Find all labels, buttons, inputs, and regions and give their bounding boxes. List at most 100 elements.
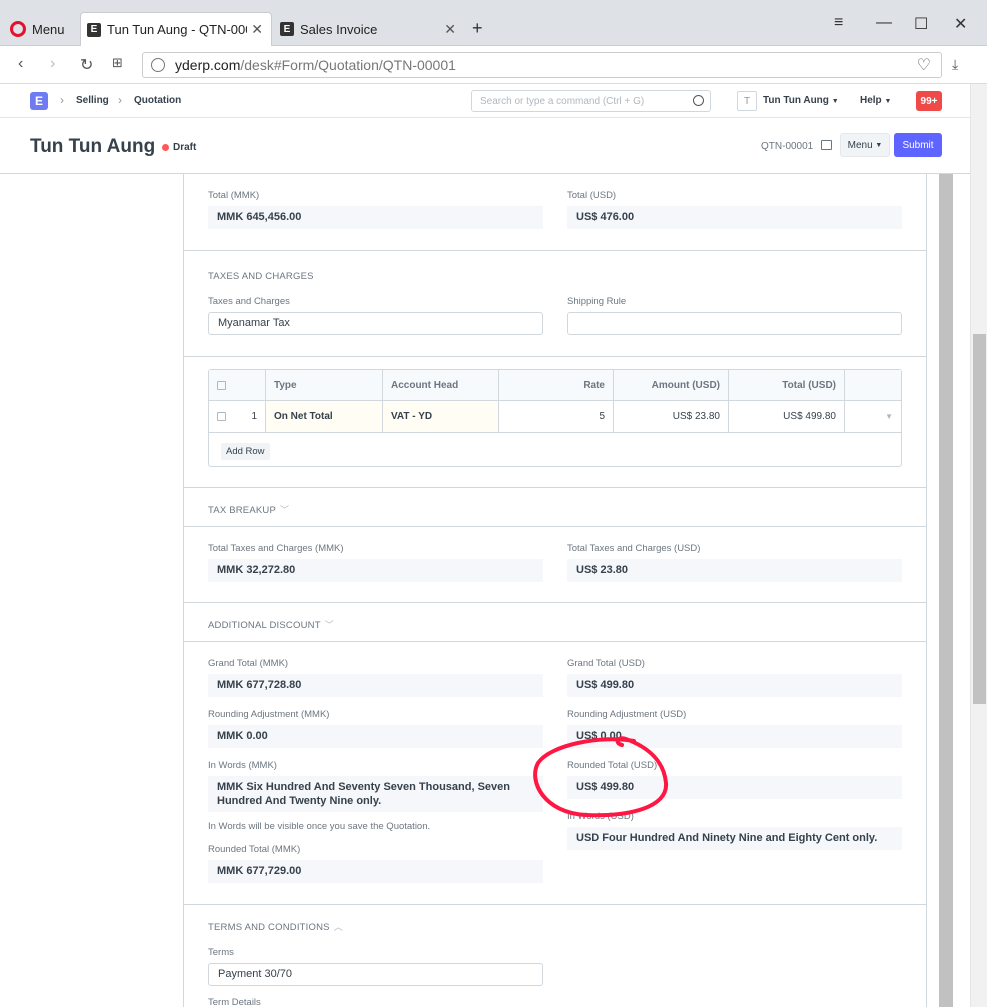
total-taxes-mmk-value: MMK 32,272.80 xyxy=(208,559,543,582)
avatar[interactable]: T xyxy=(737,91,757,111)
scrollbar-thumb[interactable] xyxy=(973,334,986,704)
in-words-mmk-value: MMK Six Hundred And Seventy Seven Thousa… xyxy=(208,776,543,812)
grand-total-mmk-label: Grand Total (MMK) xyxy=(208,658,289,669)
rounding-adjustment-usd-value: US$ 0.00 xyxy=(567,725,902,748)
download-icon[interactable]: ⤓ xyxy=(952,56,958,73)
awesome-bar-search[interactable]: Search or type a command (Ctrl + G) xyxy=(471,90,711,112)
in-words-usd-label: In Words (USD) xyxy=(567,811,634,822)
app-logo[interactable]: E xyxy=(30,92,48,110)
print-icon[interactable] xyxy=(821,140,832,150)
rounding-adjustment-mmk-label: Rounding Adjustment (MMK) xyxy=(208,709,330,720)
section-head-label: TERMS AND CONDITIONS xyxy=(208,922,330,933)
section-divider xyxy=(184,250,926,251)
erpnext-favicon-icon: E xyxy=(87,22,101,37)
grid-header: Type Account Head Rate Amount (USD) Tota… xyxy=(209,370,901,401)
menu-button-label: Menu xyxy=(847,139,873,151)
rounded-total-mmk-label: Rounded Total (MMK) xyxy=(208,844,301,855)
globe-icon xyxy=(151,58,165,72)
section-head-terms[interactable]: TERMS AND CONDITIONS ︿ xyxy=(208,920,343,933)
page-head: Tun Tun Aung Draft QTN-00001 Menu ▼ Subm… xyxy=(0,118,970,174)
help-menu-label: Help xyxy=(860,95,882,106)
tab-label: Sales Invoice xyxy=(300,21,378,37)
submit-button[interactable]: Submit xyxy=(894,133,942,157)
shipping-rule-field[interactable] xyxy=(567,312,902,335)
taxes-charges-field[interactable]: Myanamar Tax xyxy=(208,312,543,335)
breadcrumb-selling[interactable]: Selling xyxy=(76,95,109,106)
minimize-icon[interactable]: — xyxy=(876,14,892,32)
menu-button[interactable]: Menu ▼ xyxy=(840,133,890,157)
page-body: Total (MMK) MMK 645,456.00 Total (USD) U… xyxy=(0,174,970,1007)
erpnext-favicon-icon: E xyxy=(280,22,294,36)
term-details-label: Term Details xyxy=(208,997,261,1007)
grand-total-usd-value: US$ 499.80 xyxy=(567,674,902,697)
cell-account-head[interactable]: VAT - YD xyxy=(382,401,498,432)
section-divider xyxy=(184,487,926,488)
tab-menu-icon[interactable]: ≡ xyxy=(834,14,843,32)
section-head-additional-discount[interactable]: ADDITIONAL DISCOUNT ﹀ xyxy=(208,618,334,631)
grid-col-amount: Amount (USD) xyxy=(613,370,728,400)
section-head-tax-breakup[interactable]: TAX BREAKUP ﹀ xyxy=(208,503,289,516)
grand-total-mmk-value: MMK 677,728.80 xyxy=(208,674,543,697)
grand-total-usd-label: Grand Total (USD) xyxy=(567,658,645,669)
section-head-label: ADDITIONAL DISCOUNT xyxy=(208,620,321,631)
cell-rate[interactable]: 5 xyxy=(498,401,613,432)
terms-field[interactable]: Payment 30/70 xyxy=(208,963,543,986)
chevron-up-icon: ︿ xyxy=(333,922,343,932)
user-menu-label: Tun Tun Aung xyxy=(763,95,829,106)
rounded-total-mmk-value: MMK 677,729.00 xyxy=(208,860,543,883)
new-tab-icon[interactable]: + xyxy=(472,18,483,39)
tab-close-icon[interactable]: ✕ xyxy=(444,21,456,38)
grid-col-type: Type xyxy=(265,370,382,400)
reload-icon[interactable]: ↻ xyxy=(80,55,93,75)
heart-icon[interactable]: ♡ xyxy=(917,55,931,75)
back-icon[interactable]: ‹ xyxy=(18,55,23,73)
total-mmk-value: MMK 645,456.00 xyxy=(208,206,543,229)
forward-icon[interactable]: › xyxy=(50,55,55,73)
section-divider xyxy=(184,356,926,357)
section-divider xyxy=(184,526,926,527)
window-close-icon[interactable]: ✕ xyxy=(954,14,967,34)
breadcrumb-quotation[interactable]: Quotation xyxy=(134,95,181,106)
browser-tab-quotation[interactable]: E Tun Tun Aung - QTN-0000 ✕ xyxy=(80,12,272,46)
in-words-usd-value: USD Four Hundred And Ninety Nine and Eig… xyxy=(567,827,902,850)
rounding-adjustment-usd-label: Rounding Adjustment (USD) xyxy=(567,709,687,720)
table-row[interactable]: 1 On Net Total VAT - YD 5 US$ 23.80 US$ … xyxy=(209,401,901,433)
status-indicator: Draft xyxy=(162,142,196,153)
select-all-checkbox[interactable] xyxy=(217,380,226,390)
url-field[interactable]: yderp.com /desk#Form/Quotation/QTN-00001… xyxy=(142,52,942,78)
tab-label: Tun Tun Aung - QTN-0000 xyxy=(107,22,247,37)
help-menu[interactable]: Help ▼ xyxy=(860,95,891,106)
taxes-grid: Type Account Head Rate Amount (USD) Tota… xyxy=(208,369,902,467)
caret-down-icon: ▼ xyxy=(884,98,892,105)
opera-menu-button[interactable]: Menu xyxy=(10,12,76,46)
maximize-icon[interactable]: ☐ xyxy=(914,14,928,34)
notifications-badge[interactable]: 99+ xyxy=(916,91,942,111)
grid-col-actions xyxy=(844,370,901,400)
opera-logo-icon xyxy=(10,21,26,37)
total-usd-label: Total (USD) xyxy=(567,190,617,201)
row-checkbox[interactable] xyxy=(217,412,226,421)
page-title: Tun Tun Aung xyxy=(30,136,156,157)
row-expand-icon[interactable]: ▼ xyxy=(844,401,901,432)
total-mmk-label: Total (MMK) xyxy=(208,190,260,201)
taxes-charges-label: Taxes and Charges xyxy=(208,296,290,307)
user-menu[interactable]: Tun Tun Aung ▼ xyxy=(763,95,839,106)
section-head-taxes: TAXES AND CHARGES xyxy=(208,271,314,282)
address-bar: ‹ › ↻ ⊞ yderp.com /desk#Form/Quotation/Q… xyxy=(0,46,987,84)
rounding-adjustment-mmk-value: MMK 0.00 xyxy=(208,725,543,748)
page-scrollbar[interactable] xyxy=(970,84,987,1007)
browser-tab-sales-invoice[interactable]: E Sales Invoice ✕ xyxy=(274,12,464,46)
total-taxes-usd-value: US$ 23.80 xyxy=(567,559,902,582)
grid-col-rate: Rate xyxy=(498,370,613,400)
cell-total[interactable]: US$ 499.80 xyxy=(728,401,844,432)
speed-dial-icon[interactable]: ⊞ xyxy=(112,55,123,71)
app-navbar: E › Selling › Quotation Search or type a… xyxy=(0,84,970,118)
cell-type[interactable]: On Net Total xyxy=(265,401,382,432)
total-taxes-mmk-label: Total Taxes and Charges (MMK) xyxy=(208,543,344,554)
section-divider xyxy=(184,641,926,642)
section-head-label: TAX BREAKUP xyxy=(208,505,277,516)
tab-close-icon[interactable]: ✕ xyxy=(251,21,263,38)
add-row-button[interactable]: Add Row xyxy=(221,443,270,460)
cell-amount[interactable]: US$ 23.80 xyxy=(613,401,728,432)
form-scroll-rail[interactable] xyxy=(939,174,953,1007)
